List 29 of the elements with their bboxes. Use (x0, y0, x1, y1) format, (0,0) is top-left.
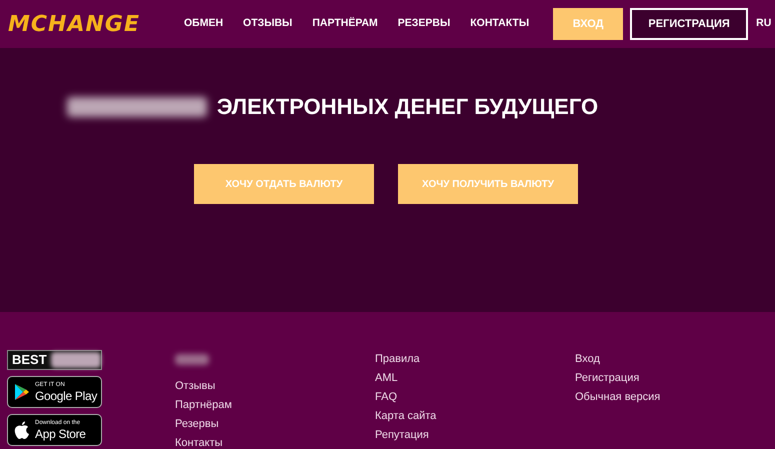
nav-link[interactable]: ОБМЕН (184, 16, 224, 32)
footer-link[interactable]: FAQ (375, 388, 575, 407)
footer-link[interactable]: Резервы (175, 415, 375, 434)
blurred-text (175, 354, 209, 365)
footer-link[interactable]: Вход (575, 350, 775, 369)
badge-label: BEST (11, 351, 48, 370)
rating-badge[interactable]: BEST (7, 350, 102, 370)
footer-link[interactable]: Правила (375, 350, 575, 369)
blurred-text (50, 352, 101, 368)
footer-link[interactable]: Партнёрам (175, 396, 375, 415)
footer-link[interactable]: Отзывы (175, 377, 375, 396)
apple-icon (14, 420, 30, 440)
footer-link[interactable]: AML (375, 369, 575, 388)
hero-title: ЭЛЕКТРОННЫХ ДЕНЕГ БУДУЩЕГО (216, 93, 598, 121)
footer-link[interactable]: Регистрация (575, 369, 775, 388)
footer-link[interactable]: Карта сайта (375, 407, 575, 426)
footer-link[interactable]: Обычная версия (575, 388, 775, 407)
register-button[interactable]: РЕГИСТРАЦИЯ (630, 8, 748, 40)
store-name: Google Play (35, 389, 98, 403)
language-selector[interactable]: RU (748, 16, 772, 32)
footer-link[interactable]: Контакты (175, 434, 375, 449)
nav-link[interactable]: РЕЗЕРВЫ (398, 16, 450, 32)
nav-link[interactable]: ПАРТНЁРАМ (312, 16, 378, 32)
store-name: App Store (35, 427, 86, 441)
nav-link[interactable]: КОНТАКТЫ (470, 16, 530, 32)
logo[interactable]: MCHANGE (8, 8, 140, 40)
nav-link[interactable]: ОТЗЫВЫ (243, 16, 292, 32)
footer-link[interactable]: Репутация (375, 426, 575, 445)
play-icon (14, 383, 30, 401)
